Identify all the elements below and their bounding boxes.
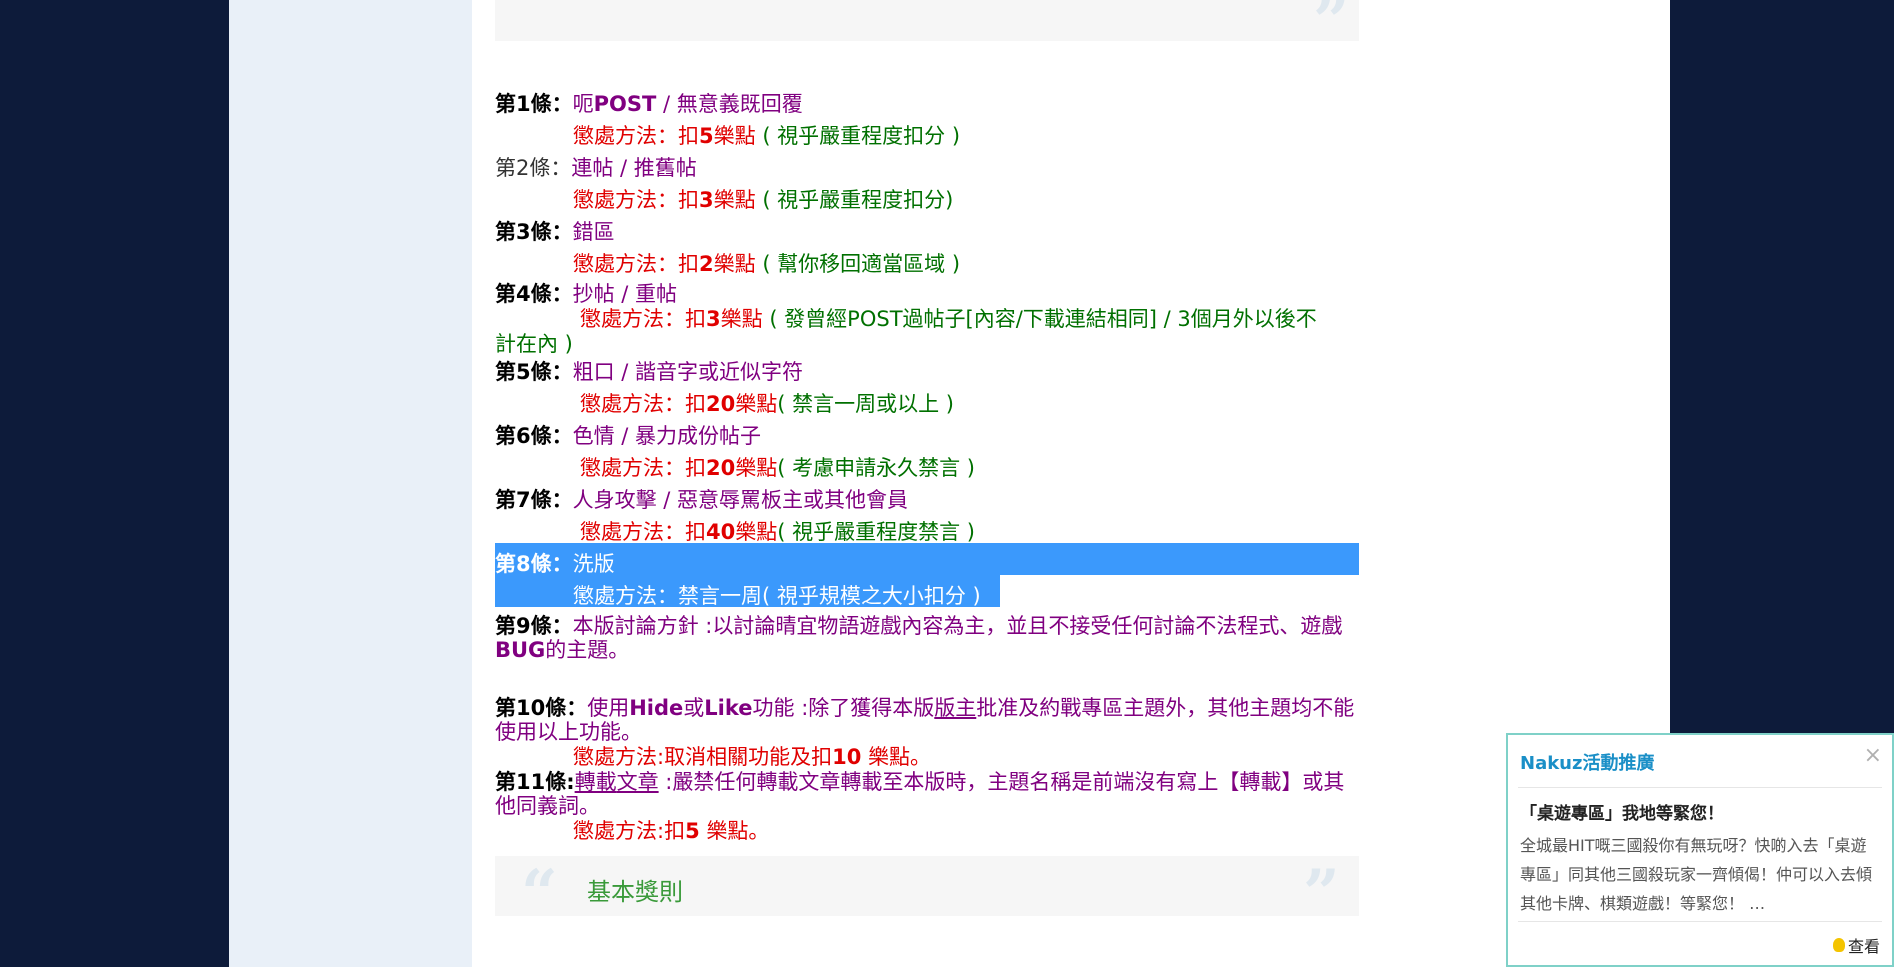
rule-5-title: 第5條：粗口 / 諧音字或近似字符 xyxy=(495,360,804,384)
repost-link[interactable]: 轉載 xyxy=(575,770,617,794)
close-quote-icon: ” xyxy=(1303,856,1340,931)
rule-10-text: 第10條：使用Hide或Like功能 :除了獲得本版版主批准及約戰專區主題外，其… xyxy=(495,696,1355,720)
view-button[interactable]: 查看 xyxy=(1832,933,1880,957)
rule-4-penalty-cont: 計在內 ) xyxy=(495,332,573,356)
top-quote-box: “ ” xyxy=(495,0,1359,54)
rule-2-penalty: 懲處方法：扣3樂點 ( 視乎嚴重程度扣分) xyxy=(573,188,954,212)
rule-8-title[interactable]: 第8條：洗版 xyxy=(495,552,615,577)
rule-7-penalty: 懲處方法：扣40樂點( 視乎嚴重程度禁言 ) xyxy=(580,520,975,544)
left-sidebar-panel xyxy=(229,0,472,967)
rule-4-title: 第4條：抄帖 / 重帖 xyxy=(495,282,678,306)
popup-header: Nakuz活動推廣 xyxy=(1520,753,1655,774)
view-label: 查看 xyxy=(1847,937,1880,956)
rule-1-penalty: 懲處方法：扣5樂點 ( 視乎嚴重程度扣分 ) xyxy=(573,124,961,148)
rule-3-title: 第3條：錯區 xyxy=(495,220,615,244)
rule-2-title: 第2條：連帖 / 推舊帖 xyxy=(495,156,697,180)
close-quote-icon: ” xyxy=(1313,0,1350,59)
text-selection-highlight xyxy=(495,543,1359,575)
rule-8-penalty[interactable]: 懲處方法：禁言一周( 視乎規模之大小扣分 ) xyxy=(573,584,981,609)
rule-10-text-cont: 使用以上功能。 xyxy=(495,720,642,744)
section-heading: 基本獎則 xyxy=(587,878,683,906)
open-quote-icon: “ xyxy=(521,856,558,931)
popup-body: 全城最HIT嘅三國殺你有無玩呀？快啲入去「桌遊專區」同其他三國殺玩家一齊傾偈！仲… xyxy=(1520,836,1873,913)
rule-9-text: 第9條：本版討論方針 :以討論晴宜物語遊戲內容為主，並且不接受任何討論不法程式、… xyxy=(495,614,1343,638)
rule-11-penalty: 懲處方法:扣5 樂點。 xyxy=(573,819,770,843)
rule-6-title: 第6條：色情 / 暴力成份帖子 xyxy=(495,424,762,448)
promotion-popup: Nakuz活動推廣 × 「桌遊專區」我地等緊您！ 全城最HIT嘅三國殺你有無玩呀… xyxy=(1506,733,1894,967)
rule-4-penalty: 懲處方法：扣3樂點 ( 發曾經POST過帖子[內容/下載連結相同] / 3個月外… xyxy=(580,307,1317,331)
lightbulb-icon xyxy=(1832,938,1845,952)
section-heading-box: “ 基本獎則 ” xyxy=(495,856,1359,926)
rule-6-penalty: 懲處方法：扣20樂點( 考慮申請永久禁言 ) xyxy=(580,456,975,480)
rule-11-text-cont: 他同義詞。 xyxy=(495,794,600,818)
rule-10-penalty: 懲處方法:取消相關功能及扣10 樂點。 xyxy=(573,745,931,769)
close-icon[interactable]: × xyxy=(1864,743,1882,768)
rule-5-penalty: 懲處方法：扣20樂點( 禁言一周或以上 ) xyxy=(580,392,954,416)
popup-title[interactable]: 「桌遊專區」我地等緊您！ xyxy=(1520,799,1724,824)
moderator-link[interactable]: 版主 xyxy=(934,696,976,720)
rule-11-text: 第11條:轉載文章 :嚴禁任何轉載文章轉載至本版時，主題名稱是前端沒有寫上【轉載… xyxy=(495,770,1345,794)
rule-1-title: 第1條：呃POST / 無意義既回覆 xyxy=(495,92,803,116)
rule-3-penalty: 懲處方法：扣2樂點 ( 幫你移回適當區域 ) xyxy=(573,252,961,276)
divider xyxy=(1518,921,1882,922)
article-link[interactable]: 文章 xyxy=(617,770,659,794)
rule-9-text-cont: BUG的主題。 xyxy=(495,638,630,662)
divider xyxy=(1518,787,1882,788)
open-quote-icon: “ xyxy=(523,0,560,20)
rule-7-title: 第7條：人身攻擊 / 惡意辱罵板主或其他會員 xyxy=(495,488,909,512)
